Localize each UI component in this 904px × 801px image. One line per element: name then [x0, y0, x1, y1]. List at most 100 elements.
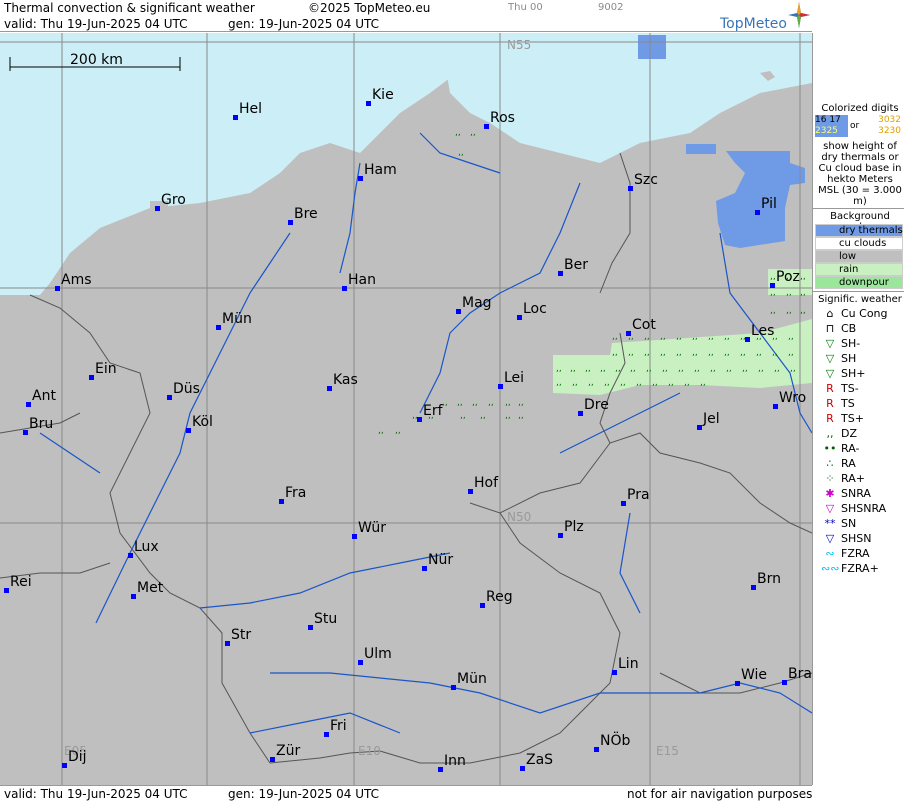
- svg-text:,,: ,,: [488, 398, 494, 408]
- weather-symbol-icon: ,,: [826, 427, 834, 440]
- legend-weather-item: ▽ SH+: [817, 366, 903, 381]
- city-label[interactable]: Bre: [294, 207, 318, 221]
- svg-text:,,: ,,: [770, 272, 776, 282]
- city-label[interactable]: Stu: [314, 612, 337, 626]
- city-label[interactable]: NÖb: [600, 734, 630, 748]
- svg-text:,,: ,,: [708, 332, 714, 342]
- city-marker: [451, 685, 456, 690]
- svg-text:,,: ,,: [660, 348, 666, 358]
- city-marker: [468, 489, 473, 494]
- city-label[interactable]: Mag: [462, 296, 492, 310]
- city-label[interactable]: Nür: [428, 553, 453, 567]
- digits-description: show height of dry thermals or Cu cloud …: [818, 141, 902, 207]
- city-label[interactable]: Erf: [423, 404, 443, 418]
- city-label[interactable]: Met: [137, 581, 163, 595]
- city-label[interactable]: Wro: [779, 391, 806, 405]
- weather-map[interactable]: ,,,,,,,, ,,,,,,,,,,,, ,,,,,,,, ,,,,,, ,,…: [0, 33, 812, 785]
- topmeteo-logo[interactable]: TopMeteo: [720, 2, 810, 34]
- city-label[interactable]: Bra: [788, 667, 812, 681]
- svg-text:,,: ,,: [756, 348, 762, 358]
- city-label[interactable]: Fri: [330, 719, 347, 733]
- svg-text:,,: ,,: [600, 364, 606, 374]
- city-label[interactable]: Mün: [457, 672, 487, 686]
- city-label[interactable]: Str: [231, 628, 251, 642]
- svg-text:,,: ,,: [518, 411, 524, 421]
- valid-time: valid: Thu 19-Jun-2025 04 UTC: [4, 17, 188, 31]
- city-label[interactable]: ZaS: [526, 753, 553, 767]
- city-label[interactable]: Dre: [584, 398, 609, 412]
- city-label[interactable]: Gro: [161, 193, 186, 207]
- city-label[interactable]: Plz: [564, 520, 584, 534]
- city-marker: [628, 186, 633, 191]
- copyright: ©2025 TopMeteo.eu: [308, 1, 431, 15]
- svg-text:,,: ,,: [770, 306, 776, 316]
- city-label[interactable]: Lin: [618, 657, 639, 671]
- city-label[interactable]: Poz: [776, 270, 800, 284]
- city-label[interactable]: Jel: [703, 412, 720, 426]
- city-marker: [23, 430, 28, 435]
- city-label[interactable]: Ros: [490, 111, 515, 125]
- legend-weather-label: SHSN: [841, 532, 872, 545]
- city-label[interactable]: Hof: [474, 476, 498, 490]
- city-label[interactable]: Ant: [32, 389, 56, 403]
- city-label[interactable]: Reg: [486, 590, 513, 604]
- legend-weather-label: RA: [841, 457, 856, 470]
- city-label[interactable]: Ein: [95, 362, 117, 376]
- legend-weather-item: ⁘ RA+: [817, 471, 903, 486]
- city-label[interactable]: Pra: [627, 488, 650, 502]
- header-bar: Thermal convection & significant weather…: [0, 0, 812, 16]
- city-marker: [131, 594, 136, 599]
- weather-symbol-icon: ▽: [825, 352, 835, 365]
- weather-symbol-icon: R: [826, 412, 834, 425]
- city-label[interactable]: Szc: [634, 173, 658, 187]
- city-label[interactable]: Ulm: [364, 647, 392, 661]
- city-label[interactable]: Ber: [564, 258, 588, 272]
- svg-text:,,: ,,: [788, 348, 794, 358]
- city-marker: [480, 603, 485, 608]
- city-label[interactable]: Fra: [285, 486, 306, 500]
- city-marker: [782, 680, 787, 685]
- city-label[interactable]: Han: [348, 273, 376, 287]
- city-label[interactable]: Kas: [333, 373, 358, 387]
- city-label[interactable]: Düs: [173, 382, 200, 396]
- city-label[interactable]: Mün: [222, 312, 252, 326]
- svg-text:,,: ,,: [692, 332, 698, 342]
- city-label[interactable]: Lei: [504, 371, 524, 385]
- city-label[interactable]: Lux: [134, 540, 159, 554]
- city-label[interactable]: Loc: [523, 302, 547, 316]
- legend-bg-item: dry thermals: [815, 224, 903, 237]
- city-marker: [62, 763, 67, 768]
- svg-text:,,: ,,: [458, 148, 464, 158]
- city-label[interactable]: Ham: [364, 163, 397, 177]
- legend-weather-label: RA-: [841, 442, 860, 455]
- city-label[interactable]: Dij: [68, 750, 87, 764]
- city-marker: [167, 395, 172, 400]
- city-label[interactable]: Inn: [444, 754, 466, 768]
- svg-text:,,: ,,: [378, 426, 384, 436]
- city-label[interactable]: Wie: [741, 668, 767, 682]
- svg-text:,,: ,,: [676, 332, 682, 342]
- city-label[interactable]: Rei: [10, 575, 32, 589]
- legend-weather-item: ▽ SHSNRA: [817, 501, 903, 516]
- grid-label-n55: N55: [507, 38, 532, 52]
- city-label[interactable]: Köl: [192, 415, 213, 429]
- city-label[interactable]: Ams: [61, 273, 92, 287]
- city-label[interactable]: Les: [751, 324, 774, 338]
- city-label[interactable]: Kie: [372, 88, 394, 102]
- city-label[interactable]: Wür: [358, 521, 386, 535]
- dry-thermal-patch: [686, 144, 716, 154]
- city-label[interactable]: Zür: [276, 744, 300, 758]
- svg-text:,,: ,,: [774, 364, 780, 374]
- city-label[interactable]: Cot: [632, 318, 656, 332]
- legend-weather-label: TS+: [841, 412, 864, 425]
- legend-bg-item: cu clouds: [815, 237, 903, 250]
- city-label[interactable]: Bru: [29, 417, 53, 431]
- svg-text:,,: ,,: [668, 378, 674, 388]
- svg-text:,,: ,,: [692, 348, 698, 358]
- city-label[interactable]: Hel: [239, 102, 262, 116]
- city-marker: [358, 660, 363, 665]
- city-label[interactable]: Pil: [761, 197, 777, 211]
- weather-symbol-icon: ▽: [825, 502, 835, 515]
- city-label[interactable]: Brn: [757, 572, 781, 586]
- svg-text:,,: ,,: [604, 378, 610, 388]
